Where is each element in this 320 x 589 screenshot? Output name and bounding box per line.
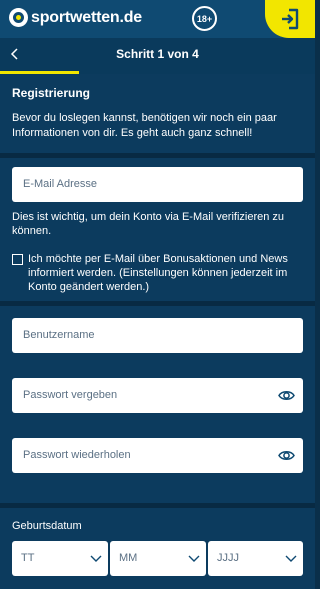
- birth-year-value: JJJJ: [217, 552, 239, 564]
- intro-text: Bevor du loslegen kannst, benötigen wir …: [12, 112, 277, 139]
- login-arrow-icon: [282, 8, 299, 30]
- birth-month-value: MM: [119, 552, 138, 564]
- birth-day-select[interactable]: TT: [12, 541, 108, 576]
- birth-year-select[interactable]: JJJJ: [208, 541, 303, 576]
- email-hint: Dies ist wichtig, um dein Konto via E-Ma…: [12, 211, 285, 237]
- age-restriction-badge: 18+: [192, 6, 217, 31]
- username-placeholder: Benutzername: [23, 329, 95, 341]
- eye-icon[interactable]: [278, 448, 295, 463]
- login-button[interactable]: [265, 0, 315, 38]
- ball-logo-icon: [9, 8, 28, 27]
- intro-section: Registrierung Bevor du loslegen kannst, …: [0, 74, 315, 153]
- eye-icon[interactable]: [278, 388, 295, 403]
- username-field[interactable]: Benutzername: [12, 318, 303, 353]
- brand-logo[interactable]: sportwetten.de: [9, 8, 142, 27]
- email-field[interactable]: E-Mail Adresse: [12, 167, 303, 202]
- page-title: Registrierung: [12, 86, 91, 100]
- chevron-down-icon: [285, 555, 297, 562]
- chevron-down-icon: [188, 555, 200, 562]
- password-repeat-placeholder: Passwort wiederholen: [23, 449, 131, 461]
- birth-month-select[interactable]: MM: [110, 541, 206, 576]
- birthdate-label: Geburtsdatum: [12, 520, 82, 532]
- app-header: sportwetten.de 18+: [0, 0, 315, 38]
- password-placeholder: Passwort vergeben: [23, 389, 118, 401]
- chevron-down-icon: [90, 555, 102, 562]
- password-field[interactable]: Passwort vergeben: [12, 378, 303, 413]
- brand-name: sportwetten.de: [31, 8, 143, 26]
- newsletter-label[interactable]: Ich möchte per E-Mail über Bonusaktionen…: [28, 252, 306, 294]
- email-placeholder: E-Mail Adresse: [23, 178, 97, 190]
- step-navigation-bar: Schritt 1 von 4: [0, 38, 315, 71]
- newsletter-checkbox[interactable]: [12, 254, 23, 265]
- password-repeat-field[interactable]: Passwort wiederholen: [12, 438, 303, 473]
- account-section: Benutzername Passwort vergeben Passwort …: [0, 306, 315, 503]
- birthdate-section: Geburtsdatum TT MM JJJJ: [0, 508, 315, 589]
- birth-day-value: TT: [21, 552, 35, 564]
- step-title: Schritt 1 von 4: [116, 47, 199, 61]
- email-section: E-Mail Adresse Dies ist wichtig, um dein…: [0, 158, 315, 301]
